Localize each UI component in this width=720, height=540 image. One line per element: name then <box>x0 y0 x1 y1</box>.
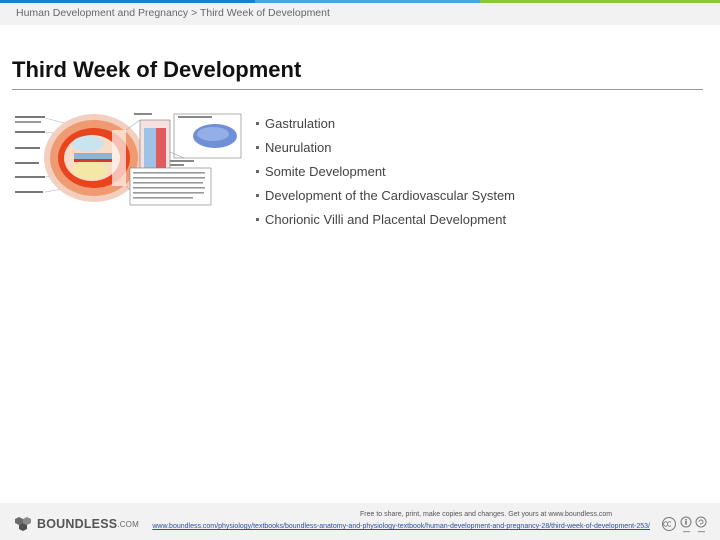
topic-item: Neurulation <box>256 135 515 159</box>
boundless-logo-icon <box>15 517 31 531</box>
source-link[interactable]: www.boundless.com/physiology/textbooks/b… <box>130 522 650 531</box>
bullet-icon <box>256 121 259 125</box>
license-credit: Free to share, print, make copies and ch… <box>360 511 613 518</box>
breadcrumb: Human Development and Pregnancy > Third … <box>16 7 330 19</box>
bullet-icon <box>256 218 259 222</box>
topic-item: Chorionic Villi and Placental Developmen… <box>256 208 515 232</box>
breadcrumb-bar: Human Development and Pregnancy > Third … <box>0 3 720 25</box>
topic-item: Development of the Cardiovascular System <box>256 184 515 208</box>
caption-box <box>129 167 212 206</box>
topic-list: Gastrulation Neurulation Somite Developm… <box>256 111 515 232</box>
top-view-inset <box>169 113 242 166</box>
topic-item: Somite Development <box>256 159 515 183</box>
bullet-icon <box>256 169 259 173</box>
bullet-icon <box>256 145 259 149</box>
creative-commons-license-icon[interactable] <box>662 516 708 538</box>
logo-wordmark: BOUNDLESS <box>37 517 118 531</box>
embryo-diagram-image <box>14 112 242 206</box>
title-divider <box>12 89 703 90</box>
bullet-icon <box>256 194 259 198</box>
boundless-logo[interactable]: BOUNDLESS .COM <box>14 516 139 532</box>
footer-bar: BOUNDLESS .COM Free to share, print, make… <box>0 503 720 540</box>
topic-item: Gastrulation <box>256 111 515 135</box>
slide-title: Third Week of Development <box>12 57 302 82</box>
embryo-cross-section <box>44 114 144 202</box>
